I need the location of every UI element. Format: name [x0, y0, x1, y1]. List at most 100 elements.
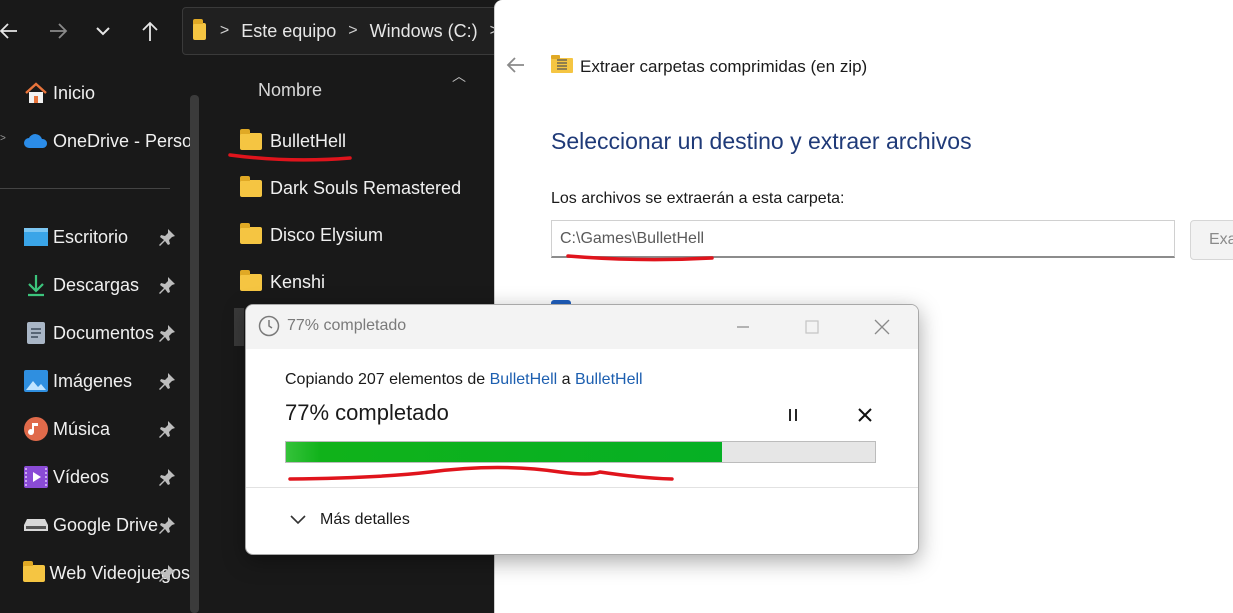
drive-icon: [23, 512, 49, 538]
sidebar-item-label: Google Drive: [53, 514, 159, 535]
onedrive-icon: [23, 128, 49, 154]
videos-icon: [23, 464, 49, 490]
more-details-label: Más detalles: [320, 511, 410, 528]
file-row-disco-elysium[interactable]: Disco Elysium: [240, 220, 383, 250]
close-icon: [858, 408, 872, 422]
close-button[interactable]: [859, 312, 905, 342]
destination-label: Los archivos se extraerán a esta carpeta…: [551, 190, 845, 207]
sidebar-item-web-videojuegos[interactable]: Web Videojuegos: [0, 553, 190, 593]
address-bar[interactable]: > Este equipo > Windows (C:) >: [182, 7, 512, 55]
dialog-title: 77% completado: [287, 317, 407, 334]
dialog-divider: [246, 487, 918, 488]
chevron-right-icon: >: [0, 133, 6, 144]
maximize-icon: [805, 320, 819, 334]
file-row-kenshi[interactable]: Kenshi: [240, 267, 325, 297]
pause-button[interactable]: [779, 401, 807, 429]
breadcrumb-this-pc[interactable]: Este equipo: [241, 21, 336, 42]
wizard-title: Extraer carpetas comprimidas (en zip): [580, 57, 868, 76]
folder-icon: [240, 128, 262, 150]
zip-folder-icon: [551, 55, 573, 73]
forward-button[interactable]: [41, 14, 75, 48]
arrow-left-icon: [0, 23, 17, 39]
sidebar-item-label: OneDrive - Perso: [53, 130, 190, 151]
minimize-icon: [737, 326, 749, 328]
destination-path-input[interactable]: [551, 220, 1175, 258]
sidebar-item-label: Descargas: [53, 274, 140, 295]
file-name: Disco Elysium: [270, 224, 384, 245]
chevron-right-icon: >: [219, 22, 230, 39]
wizard-back-button[interactable]: [506, 55, 526, 81]
breadcrumb-windows-c[interactable]: Windows (C:): [370, 21, 478, 42]
sidebar-item-descargas[interactable]: Descargas: [0, 265, 190, 305]
folder-icon: [193, 18, 206, 40]
clock-icon: [258, 315, 280, 337]
wizard-heading: Seleccionar un destino y extraer archivo…: [551, 128, 972, 154]
sidebar-item-documentos[interactable]: Documentos: [0, 313, 190, 353]
sidebar-item-inicio[interactable]: Inicio: [0, 73, 190, 113]
progress-percent-text: 77% completado: [285, 400, 449, 425]
file-name: BulletHell: [270, 130, 347, 151]
pin-icon: [159, 325, 175, 342]
sidebar-item-label: Documentos: [53, 322, 155, 343]
progress-bar-fill: [286, 442, 722, 462]
file-row-bullethell[interactable]: BulletHell: [240, 126, 346, 156]
browse-button[interactable]: Exa: [1190, 220, 1233, 260]
column-header-name[interactable]: Nombre: [258, 80, 322, 101]
file-row-dark-souls-remastered[interactable]: Dark Souls Remastered: [240, 173, 461, 203]
pin-icon: [159, 469, 175, 486]
minimize-button[interactable]: [720, 312, 766, 342]
close-icon: [874, 319, 890, 335]
copy-progress-dialog: 77% completado Copiando 207 elementos de…: [245, 304, 919, 555]
arrow-right-icon: [50, 23, 68, 39]
target-folder-link[interactable]: BulletHell: [575, 371, 643, 388]
folder-icon: [240, 222, 262, 244]
chevron-right-icon: >: [348, 22, 358, 39]
music-icon: [23, 416, 49, 442]
sidebar-item-imagenes[interactable]: Imágenes: [0, 361, 190, 401]
sidebar-item-label: Vídeos: [53, 466, 110, 487]
sidebar-item-escritorio[interactable]: Escritorio: [0, 217, 190, 257]
folder-icon: [240, 269, 262, 291]
file-name: Kenshi: [270, 271, 326, 292]
up-button[interactable]: [133, 14, 167, 48]
chevron-down-icon: [290, 515, 306, 525]
home-icon: [23, 80, 49, 106]
arrow-left-icon: [506, 57, 524, 73]
sidebar-item-label: Inicio: [53, 82, 96, 103]
copy-summary: Copiando 207 elementos de BulletHell a B…: [285, 371, 643, 389]
more-details-toggle[interactable]: Más detalles: [290, 511, 410, 529]
download-icon: [23, 272, 49, 298]
sidebar-item-videos[interactable]: Vídeos: [0, 457, 190, 497]
sidebar-scrollbar[interactable]: [190, 95, 199, 613]
pin-icon: [159, 565, 175, 582]
sidebar-item-google-drive[interactable]: Google Drive: [0, 505, 190, 545]
folder-icon: [23, 560, 46, 586]
pause-icon: [789, 409, 797, 421]
sidebar-item-label: Escritorio: [53, 226, 129, 247]
sidebar-divider: [0, 188, 170, 189]
sidebar-item-onedrive[interactable]: > OneDrive - Perso: [0, 121, 190, 161]
folder-icon: [240, 175, 262, 197]
copy-summary-connector: a: [557, 371, 575, 388]
file-name: Dark Souls Remastered: [270, 177, 462, 198]
cancel-copy-button[interactable]: [851, 401, 879, 429]
pin-icon: [159, 277, 175, 294]
pin-icon: [159, 229, 175, 246]
sort-ascending-icon[interactable]: ︿: [452, 66, 466, 86]
pictures-icon: [23, 368, 49, 394]
copy-summary-prefix: Copiando 207 elementos de: [285, 371, 490, 388]
desktop-icon: [23, 224, 49, 250]
pin-icon: [159, 517, 175, 534]
sidebar-item-label: Imágenes: [53, 370, 133, 391]
documents-icon: [23, 320, 49, 346]
back-button[interactable]: [0, 14, 26, 48]
source-folder-link[interactable]: BulletHell: [490, 371, 558, 388]
pin-icon: [159, 373, 175, 390]
maximize-button[interactable]: [789, 312, 835, 342]
progress-bar: [285, 441, 876, 463]
recent-locations-button[interactable]: [86, 14, 120, 48]
sidebar-item-musica[interactable]: Música: [0, 409, 190, 449]
arrow-up-icon: [142, 21, 158, 41]
selected-file-row[interactable]: [234, 308, 244, 346]
pin-icon: [159, 421, 175, 438]
